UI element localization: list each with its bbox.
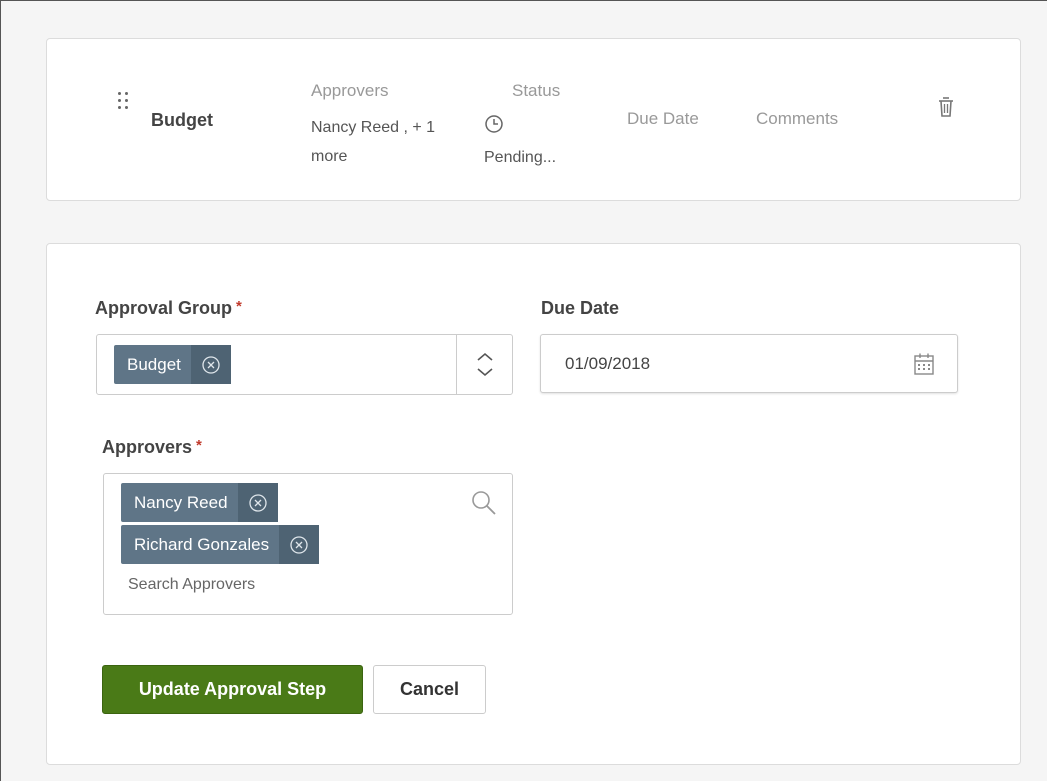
step-name: Budget xyxy=(151,110,213,130)
remove-tag-icon[interactable] xyxy=(237,483,278,522)
comments-column-label: Comments xyxy=(756,109,839,128)
approval-group-select[interactable]: Budget xyxy=(96,334,513,395)
due-date-label: Due Date xyxy=(541,298,620,318)
trash-icon[interactable] xyxy=(937,95,955,119)
approval-step-editor: Approval Group * Budget Due Date 01/09/20… xyxy=(46,243,1021,765)
tag-label: Budget xyxy=(127,355,181,374)
due-date-field[interactable]: 01/09/2018 xyxy=(540,334,958,393)
update-approval-step-button[interactable]: Update Approval Step xyxy=(102,665,363,714)
approval-group-label-text: Approval Group xyxy=(95,298,233,318)
approvers-label: Approvers * xyxy=(102,437,202,458)
tag-label: Nancy Reed xyxy=(134,493,228,512)
approval-group-tag: Budget xyxy=(114,345,231,384)
calendar-icon[interactable] xyxy=(913,352,935,376)
required-mark: * xyxy=(196,437,202,454)
search-approvers-input[interactable] xyxy=(128,573,428,597)
status-column-value: Pending... xyxy=(484,149,557,166)
approvers-column-value: Nancy Reed , + 1 more xyxy=(311,119,436,165)
due-date-column-label: Due Date xyxy=(627,109,699,128)
due-date-value: 01/09/2018 xyxy=(565,354,651,373)
required-mark: * xyxy=(236,298,242,315)
status-column-label: Status xyxy=(512,81,561,100)
approvers-column-label: Approvers xyxy=(311,81,389,100)
clock-icon xyxy=(485,115,503,133)
approvers-multiselect[interactable]: Nancy Reed Richard Gonzales xyxy=(103,473,513,615)
remove-tag-icon[interactable] xyxy=(190,345,231,384)
cancel-button[interactable]: Cancel xyxy=(373,665,486,714)
drag-handle-icon[interactable] xyxy=(117,91,131,113)
select-stepper-icon[interactable] xyxy=(456,335,512,394)
approvers-label-text: Approvers xyxy=(102,437,193,457)
approver-tag: Nancy Reed xyxy=(121,483,278,522)
approval-group-label: Approval Group * xyxy=(95,298,242,319)
tag-label: Richard Gonzales xyxy=(134,535,270,554)
remove-tag-icon[interactable] xyxy=(279,525,320,564)
approval-step-summary: Budget Approvers Nancy Reed , + 1 more S… xyxy=(46,38,1021,201)
search-icon[interactable] xyxy=(470,489,498,517)
approver-tag: Richard Gonzales xyxy=(121,525,320,564)
